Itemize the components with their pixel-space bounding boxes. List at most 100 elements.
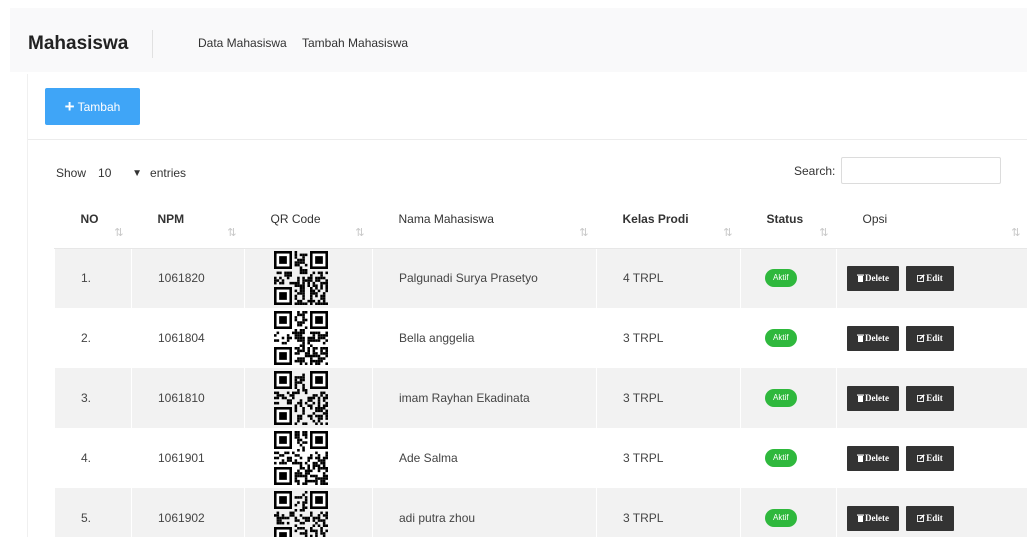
sort-icon[interactable]: ⇅ [1011,226,1020,239]
header-npm[interactable]: NPM ⇅ [131,198,245,249]
edit-button[interactable]: Edit [906,385,954,411]
qr-code-image [274,491,328,537]
table-row: 2. 1061804 Bella anggelia 3 TRPL Aktif Delete… [54,308,1027,368]
delete-button-label: Delete [865,513,889,523]
header-kelas-prodi[interactable]: Kelas Prodi ⇅ [596,198,741,249]
chevron-down-icon: ▼ [132,167,143,179]
table-row: 4. 1061901 Ade Salma 3 TRPL Aktif Delete Edit [54,428,1027,488]
nav-link-data-mahasiswa[interactable]: Data Mahasiswa [198,36,287,50]
navbar: Mahasiswa Data Mahasiswa Tambah Mahasisw… [10,8,1027,72]
cell-no: 3. [54,368,132,428]
show-label: Show [56,166,87,180]
sort-icon[interactable]: ⇅ [355,226,364,239]
add-button[interactable]: + Tambah [45,88,140,125]
cell-opsi: Delete Edit [836,488,1027,537]
qr-code-image [274,371,328,425]
edit-button-label: Edit [926,513,943,523]
delete-button[interactable]: Delete [847,505,899,531]
entries-control: Show 10 ▼ entries [56,162,186,184]
cell-qr-code [244,308,373,368]
table-row: 3. 1061810 imam Rayhan Ekadinata 3 TRPL Akti… [54,368,1027,428]
cell-nama: Bella anggelia [372,308,597,368]
cell-no: 4. [54,428,132,488]
entries-select-value: 10 [98,166,112,180]
edit-button[interactable]: Edit [906,325,954,351]
delete-button[interactable]: Delete [847,325,899,351]
nav-link-tambah-mahasiswa[interactable]: Tambah Mahasiswa [302,36,408,50]
delete-button-label: Delete [865,393,889,403]
header-opsi[interactable]: Opsi ⇅ [836,198,1027,249]
cell-npm: 1061901 [131,428,245,488]
delete-button-label: Delete [865,333,889,343]
trash-icon [857,274,864,283]
entries-select[interactable]: 10 ▼ [90,162,146,184]
cell-nama: imam Rayhan Ekadinata [372,368,597,428]
qr-code-image [274,311,328,365]
status-badge: Aktif [765,449,797,467]
cell-nama: adi putra zhou [372,488,597,537]
cell-status: Aktif [740,248,837,308]
edit-button[interactable]: Edit [906,445,954,471]
search-input[interactable] [841,157,1002,184]
sort-icon[interactable]: ⇅ [819,226,828,239]
sort-icon[interactable]: ⇅ [723,226,732,239]
status-badge: Aktif [765,329,797,347]
card-header: + Tambah [28,74,1027,140]
edit-icon [917,514,926,522]
cell-opsi: Delete Edit [836,428,1027,488]
edit-button[interactable]: Edit [906,265,954,291]
cell-nama: Ade Salma [372,428,597,488]
delete-button[interactable]: Delete [847,265,899,291]
cell-npm: 1061820 [131,248,245,308]
qr-code-image [274,251,328,306]
cell-status: Aktif [740,488,837,537]
search-control: Search: [794,157,1002,184]
brand-title[interactable]: Mahasiswa [28,33,128,55]
status-badge: Aktif [765,269,797,288]
delete-button-label: Delete [865,273,889,284]
delete-button[interactable]: Delete [847,385,899,411]
cell-status: Aktif [740,428,837,488]
edit-icon [917,454,926,462]
trash-icon [857,334,864,342]
cell-qr-code [244,488,373,537]
cell-kelas: 3 TRPL [596,428,741,488]
edit-icon [917,274,926,283]
cell-no: 5. [54,488,132,537]
cell-no: 1. [54,248,132,308]
cell-npm: 1061810 [131,368,245,428]
header-status[interactable]: Status ⇅ [740,198,837,249]
cell-kelas: 3 TRPL [596,368,741,428]
cell-status: Aktif [740,368,837,428]
table-row: 5. 1061902 adi putra zhou 3 TRPL Aktif Delete… [54,488,1027,537]
table-header-row: NO ⇅ NPM ⇅ QR Code ⇅ Nama Mahasiswa ⇅ Kelas … [54,198,1027,249]
status-badge: Aktif [765,389,797,407]
cell-kelas: 3 TRPL [596,488,741,537]
sort-icon[interactable]: ⇅ [579,226,588,239]
sort-icon[interactable]: ⇅ [114,226,123,239]
trash-icon [857,454,864,462]
header-no[interactable]: NO ⇅ [54,198,132,249]
cell-kelas: 3 TRPL [596,308,741,368]
entries-label: entries [150,166,187,180]
edit-button[interactable]: Edit [906,505,954,531]
header-nama-mahasiswa[interactable]: Nama Mahasiswa ⇅ [372,198,597,249]
delete-button[interactable]: Delete [847,445,899,471]
status-badge: Aktif [765,509,797,527]
cell-npm: 1061902 [131,488,245,537]
cell-npm: 1061804 [131,308,245,368]
trash-icon [857,514,864,522]
content-card: + Tambah Show 10 ▼ entries Search: NO ⇅ N… [27,74,1027,537]
edit-button-label: Edit [926,453,943,463]
table-row: 1. 1061820 Palgunadi Surya Prasetyo 4 TRPL A… [54,248,1027,308]
edit-button-label: Edit [926,273,943,284]
search-label: Search: [794,163,836,178]
delete-button-label: Delete [865,453,889,463]
trash-icon [857,394,864,402]
plus-icon: + [64,96,75,116]
header-qr-code[interactable]: QR Code ⇅ [244,198,373,249]
sort-icon[interactable]: ⇅ [227,226,236,239]
cell-no: 2. [54,308,132,368]
cell-opsi: Delete Edit [836,308,1027,368]
cell-status: Aktif [740,308,837,368]
